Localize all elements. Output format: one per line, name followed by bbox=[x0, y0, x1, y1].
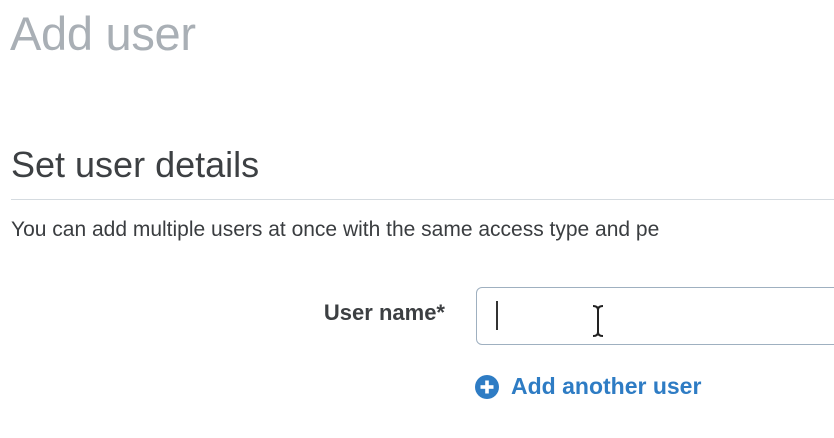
ibeam-cursor-icon bbox=[592, 305, 604, 337]
section-description: You can add multiple users at once with … bbox=[11, 218, 660, 241]
username-input[interactable] bbox=[476, 287, 834, 345]
text-caret bbox=[496, 301, 498, 330]
add-another-user-label: Add another user bbox=[511, 373, 702, 399]
section-divider bbox=[11, 199, 834, 200]
add-another-user-link[interactable]: Add another user bbox=[475, 373, 701, 400]
username-label: User name* bbox=[323, 300, 445, 325]
section-title: Set user details bbox=[11, 144, 260, 185]
page-title: Add user bbox=[10, 7, 196, 60]
plus-circle-icon bbox=[475, 374, 499, 399]
